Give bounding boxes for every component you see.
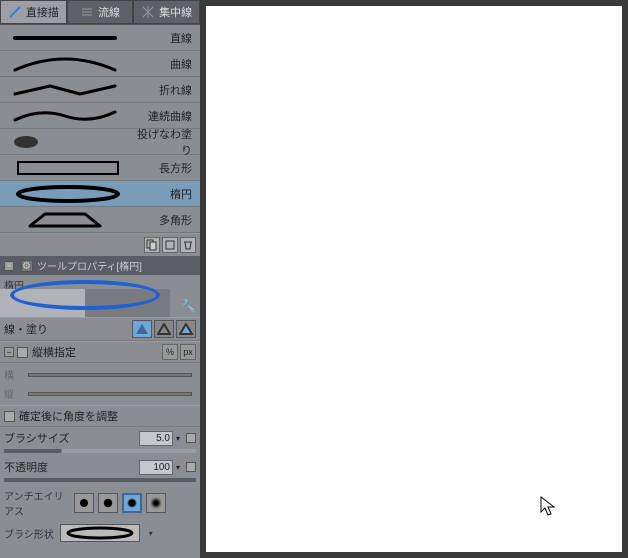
tool-polygon[interactable]: 多角形 [0, 207, 200, 233]
line-fill-row: 線・塗り [0, 317, 200, 341]
tool-preview-icon [0, 207, 130, 232]
mode-both-icon[interactable] [176, 320, 196, 338]
canvas-area [200, 0, 628, 558]
panel-menu-icon[interactable]: ≡ [4, 261, 14, 271]
tab-flowlines[interactable]: 流線 [67, 0, 134, 24]
tool-label: 折れ線 [130, 82, 200, 98]
opacity-row: 不透明度 100 ▾ [0, 456, 200, 478]
tab-label: 直接描 [26, 4, 59, 20]
tool-polyline[interactable]: 折れ線 [0, 77, 200, 103]
tool-preview-icon [0, 155, 130, 180]
aspect-checkbox[interactable] [17, 347, 28, 358]
aa-weak-icon[interactable] [98, 493, 118, 513]
delete-subtool-icon[interactable] [180, 237, 196, 253]
tool-curve[interactable]: 曲線 [0, 51, 200, 77]
opacity-input[interactable]: 100 [139, 460, 173, 475]
tool-lasso-fill[interactable]: 投げなわ塗り [0, 129, 200, 155]
aa-none-icon[interactable] [74, 493, 94, 513]
aspect-width-label: 横 [4, 367, 24, 382]
tool-label: 長方形 [130, 160, 200, 176]
brush-shape-preview[interactable] [60, 524, 140, 542]
aspect-subgroup: 横 縦 [0, 363, 200, 405]
tool-label: 多角形 [130, 212, 200, 228]
tool-preview-icon [0, 25, 130, 50]
tool-property-header: ≡ ⚙ ツールプロパティ[楕円] [0, 256, 200, 275]
tool-preview-icon [0, 103, 130, 128]
dynamics-icon[interactable] [186, 433, 196, 443]
canvas[interactable] [206, 6, 622, 552]
subtool-list: 直線 曲線 折れ線 連続曲線 投げなわ塗り 長方形 楕円 多角形 [0, 25, 200, 233]
aspect-height-label: 縦 [4, 386, 24, 401]
pencil-line-icon [8, 5, 22, 19]
tool-property-body: 楕円 🔧 線・塗り − 縦横指定 % px 横 [0, 275, 200, 545]
subtool-action-bar [0, 233, 200, 256]
angle-label: 確定後に角度を調整 [19, 408, 196, 424]
aspect-width-slider [28, 373, 192, 377]
chevron-down-icon[interactable]: ▾ [173, 434, 183, 443]
tab-direct-draw[interactable]: 直接描 [0, 0, 67, 24]
aa-strong-icon[interactable] [146, 493, 166, 513]
ellipse-annotation-icon [10, 280, 160, 310]
brush-preview: 楕円 🔧 [0, 275, 200, 317]
mode-outline-icon[interactable] [154, 320, 174, 338]
antialias-row: アンチエイリアス [0, 485, 200, 521]
gear-icon[interactable]: ⚙ [21, 260, 33, 272]
angle-after-row: 確定後に角度を調整 [0, 405, 200, 427]
panel-title: ツールプロパティ[楕円] [37, 258, 142, 273]
burst-icon [141, 5, 155, 19]
chevron-down-icon[interactable]: ▾ [173, 463, 183, 472]
aspect-label: 縦横指定 [32, 344, 162, 360]
angle-checkbox[interactable] [4, 411, 15, 422]
tool-label: 直線 [130, 30, 200, 46]
tool-preview-icon [0, 181, 130, 206]
opacity-slider[interactable] [4, 478, 196, 482]
tool-ellipse[interactable]: 楕円 [0, 181, 200, 207]
brush-size-slider[interactable] [4, 449, 196, 453]
tool-preview-icon [0, 51, 130, 76]
brush-size-label: ブラシサイズ [4, 430, 74, 446]
tool-preview-icon [0, 77, 130, 102]
new-subtool-icon[interactable] [144, 237, 160, 253]
line-fill-label: 線・塗り [4, 321, 132, 337]
tab-focuslines[interactable]: 集中線 [133, 0, 200, 24]
chevron-down-icon[interactable]: ▾ [146, 529, 156, 538]
brush-size-input[interactable]: 5.0 [139, 431, 173, 446]
mode-fill-icon[interactable] [132, 320, 152, 338]
tool-line[interactable]: 直線 [0, 25, 200, 51]
tool-label: 曲線 [130, 56, 200, 72]
tool-preview-icon [0, 129, 130, 154]
top-tabs: 直接描 流線 集中線 [0, 0, 200, 25]
aa-mid-icon[interactable] [122, 493, 142, 513]
expand-icon[interactable]: − [4, 347, 14, 357]
tab-label: 流線 [98, 4, 120, 20]
opacity-label: 不透明度 [4, 459, 74, 475]
dynamics-icon[interactable] [186, 462, 196, 472]
brush-shape-label: ブラシ形状 [4, 526, 54, 541]
px-icon[interactable]: px [180, 344, 196, 360]
tool-label: 楕円 [130, 186, 200, 202]
antialias-label: アンチエイリアス [4, 488, 70, 518]
tool-rectangle[interactable]: 長方形 [0, 155, 200, 181]
tool-label: 投げなわ塗り [130, 126, 200, 158]
flowlines-icon [80, 5, 94, 19]
aspect-height-slider [28, 392, 192, 396]
ratio-icon[interactable]: % [162, 344, 178, 360]
duplicate-subtool-icon[interactable] [162, 237, 178, 253]
aspect-row: − 縦横指定 % px [0, 341, 200, 363]
brush-size-row: ブラシサイズ 5.0 ▾ [0, 427, 200, 449]
tab-label: 集中線 [159, 4, 192, 20]
tool-label: 連続曲線 [130, 108, 200, 124]
brush-shape-row: ブラシ形状 ▾ [0, 521, 200, 545]
wrench-icon[interactable]: 🔧 [181, 299, 196, 313]
